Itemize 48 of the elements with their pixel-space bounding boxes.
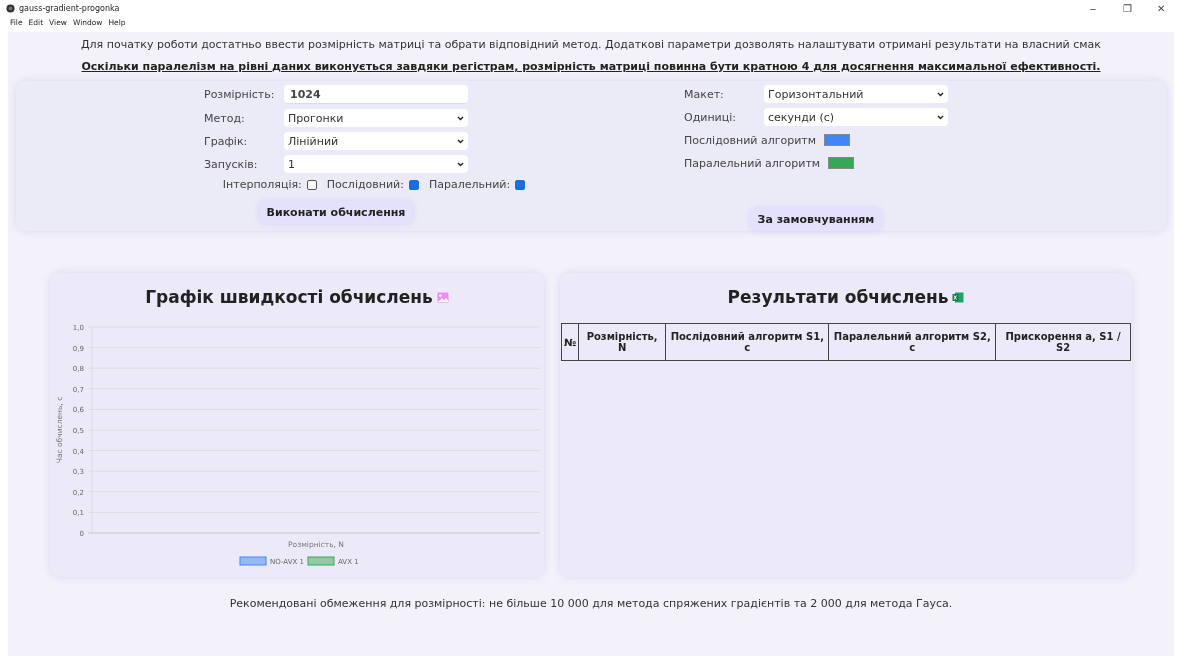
checkbox-label: Інтерполяція: [222,178,302,191]
dropdown[interactable]: Прогонки [284,109,468,127]
caret-icon [937,114,944,120]
field-label: Послідовний алгоритм [684,133,817,147]
field-label: Графік: [204,134,249,148]
field-label: Розмірність: [204,88,276,101]
color-swatch[interactable] [824,134,851,146]
compute-button[interactable]: Виконати обчислення [258,201,414,224]
dropdown[interactable]: Горизонтальний [764,85,948,103]
dropdown[interactable]: 1 [284,155,468,173]
field-label: Одиниці: [684,110,737,124]
field-label: Запусків: [204,157,259,171]
field-label: Паралельний алгоритм [684,156,821,170]
legend-swatch[interactable] [239,556,267,566]
app-icon [6,3,15,13]
caret-icon [457,138,464,144]
column-header: Розмірність, N [578,323,666,361]
input-field[interactable]: 1024 [284,85,468,104]
dropdown[interactable]: Лінійний [284,132,468,150]
checkbox[interactable] [515,179,526,190]
panel-title: Графік швидкості обчислень [145,287,433,307]
spreadsheet-icon[interactable] [952,291,965,303]
checkbox[interactable] [306,179,317,190]
field-label: Метод: [204,111,246,125]
defaults-button[interactable]: За замовчуванням [749,208,883,231]
window-control[interactable]: ✕ [1146,2,1176,14]
caret-icon [457,161,464,167]
panel-title: Результати обчислень [727,287,949,307]
image-icon[interactable] [436,291,449,303]
checkbox-label: Послідовний: [326,178,404,191]
footer-note: Рекомендовані обмеження для розмірності: не більше 10 000 для метода спряжених градієнтів та 2 000 для метода Гауса. [229,597,953,610]
column-header: Паралельний алгоритм S2, с [828,323,996,361]
window-title: gauss-gradient-progonka [19,3,120,13]
notice-text: Оскільки паралелізм на рівні даних виконується завдяки регістрам, розмірність матриці повинна бути кратною 4 для досягнення максимальної ефективності. [81,60,1101,73]
intro-text: Для початку роботи достатньо ввести розмірність матриці та обрати відповідний метод. Додаткові параметри дозволять налаштувати отримані результати на власний смак [81,38,1101,51]
column-header: Прискорення a, S1 / S2 [995,323,1131,361]
color-swatch[interactable] [828,157,855,169]
window-control[interactable]: – [1078,2,1108,14]
caret-icon [937,91,944,97]
checkbox-label: Паралельний: [428,178,511,191]
caret-icon [457,115,464,121]
field-label: Макет: [684,87,725,101]
column-header: Послідовний алгоритм S1, с [665,323,829,361]
window-control[interactable]: ❐ [1112,2,1142,14]
column-header: № [561,323,579,361]
dropdown[interactable]: секунди (с) [764,108,948,126]
legend-swatch[interactable] [307,556,335,566]
checkbox[interactable] [408,179,419,190]
